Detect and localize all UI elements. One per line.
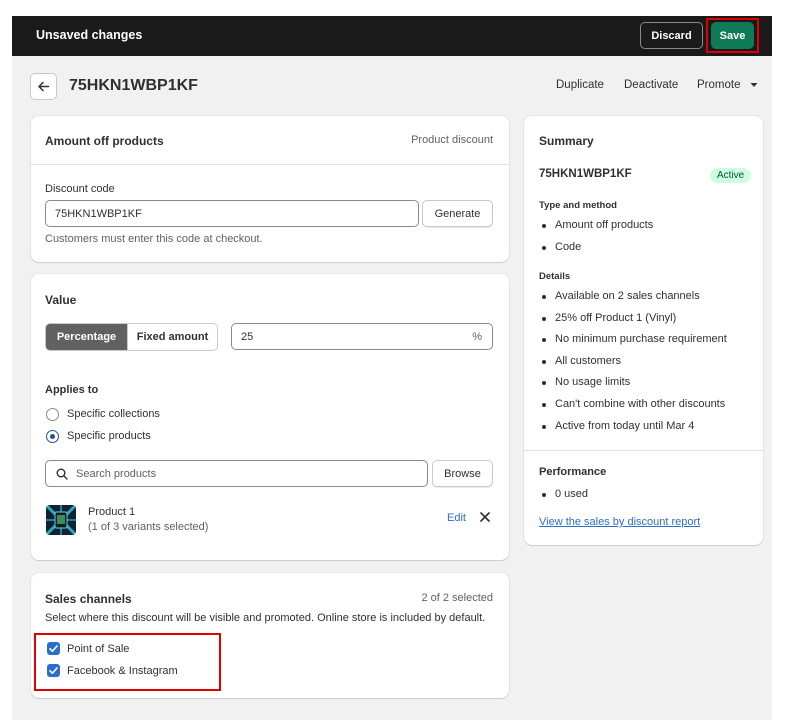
page: 75HKN1WBP1KF Duplicate Deactivate Promot… [12, 56, 772, 720]
list-item: Active from today until Mar 4 [539, 420, 727, 442]
browse-button[interactable]: Browse [432, 460, 493, 487]
list-item: Can't combine with other discounts [539, 398, 727, 420]
percent-suffix: % [472, 330, 482, 343]
type-method-list: Amount off products Code [539, 219, 653, 262]
discount-code-input[interactable]: 75HKN1WBP1KF [45, 200, 419, 227]
summary-card: Summary 75HKN1WBP1KF Active Type and met… [524, 116, 763, 545]
sales-channels-card: Sales channels 2 of 2 selected Select wh… [31, 573, 509, 698]
amount-off-title: Amount off products [45, 134, 164, 148]
arrow-left-icon [38, 81, 50, 92]
list-item: 25% off Product 1 (Vinyl) [539, 312, 727, 334]
caret-down-icon [750, 82, 758, 87]
fixed-amount-option[interactable]: Fixed amount [127, 324, 217, 350]
generate-button[interactable]: Generate [422, 200, 493, 227]
list-item: Code [539, 241, 653, 263]
status-badge: Active [710, 168, 752, 183]
list-item: No minimum purchase requirement [539, 333, 727, 355]
card-divider [31, 164, 509, 165]
promote-button[interactable]: Promote [697, 79, 758, 91]
value-card: Value Percentage Fixed amount 25 % Appli… [31, 274, 509, 560]
applies-to-label: Applies to [45, 384, 99, 396]
search-icon [56, 468, 68, 480]
discount-code-label: Discount code [45, 183, 115, 195]
list-item: 0 used [539, 488, 588, 510]
save-button[interactable]: Save [711, 22, 754, 49]
percentage-option[interactable]: Percentage [46, 324, 127, 350]
list-item: No usage limits [539, 376, 727, 398]
channels-highlight-box [34, 633, 221, 691]
summary-divider [524, 450, 763, 451]
product-name: Product 1 [88, 506, 136, 518]
unsaved-changes-title: Unsaved changes [36, 28, 143, 42]
radio-specific-collections[interactable] [46, 408, 59, 421]
search-placeholder: Search products [76, 467, 157, 480]
details-list: Available on 2 sales channels 25% off Pr… [539, 290, 727, 441]
value-title: Value [45, 293, 77, 307]
sales-channels-title: Sales channels [45, 592, 132, 606]
list-item: Available on 2 sales channels [539, 290, 727, 312]
specific-collections-label[interactable]: Specific collections [67, 408, 160, 420]
value-type-toggle: Percentage Fixed amount [45, 323, 218, 351]
product-variants: (1 of 3 variants selected) [88, 521, 209, 533]
type-method-heading: Type and method [539, 200, 617, 211]
contextual-save-bar: Unsaved changes Discard Save [12, 16, 772, 56]
product-thumbnail [46, 505, 76, 535]
sales-channels-description: Select where this discount will be visib… [45, 612, 486, 624]
performance-list: 0 used [539, 488, 588, 510]
amount-off-card: Amount off products Product discount Dis… [31, 116, 509, 262]
list-item: All customers [539, 355, 727, 377]
specific-products-label[interactable]: Specific products [67, 430, 151, 442]
back-button[interactable] [30, 73, 57, 100]
promote-label: Promote [697, 79, 741, 91]
details-heading: Details [539, 271, 571, 282]
code-help-text: Customers must enter this code at checko… [45, 233, 263, 245]
remove-product-icon[interactable] [480, 512, 490, 522]
radio-specific-products[interactable] [46, 430, 59, 443]
product-search-input[interactable]: Search products [45, 460, 428, 487]
deactivate-button[interactable]: Deactivate [624, 79, 678, 91]
sales-report-link[interactable]: View the sales by discount report [539, 516, 700, 528]
discard-button[interactable]: Discard [640, 22, 703, 49]
product-edit-link[interactable]: Edit [447, 512, 466, 524]
summary-code: 75HKN1WBP1KF [539, 168, 632, 180]
list-item: Amount off products [539, 219, 653, 241]
sales-channels-count: 2 of 2 selected [421, 592, 493, 604]
value-input[interactable]: 25 % [231, 323, 493, 350]
page-title: 75HKN1WBP1KF [69, 77, 198, 94]
discount-type-label: Product discount [411, 134, 493, 146]
product-image-icon [46, 505, 76, 535]
value-text: 25 [241, 330, 254, 343]
duplicate-button[interactable]: Duplicate [556, 79, 604, 91]
summary-title: Summary [539, 134, 594, 148]
performance-heading: Performance [539, 466, 607, 478]
